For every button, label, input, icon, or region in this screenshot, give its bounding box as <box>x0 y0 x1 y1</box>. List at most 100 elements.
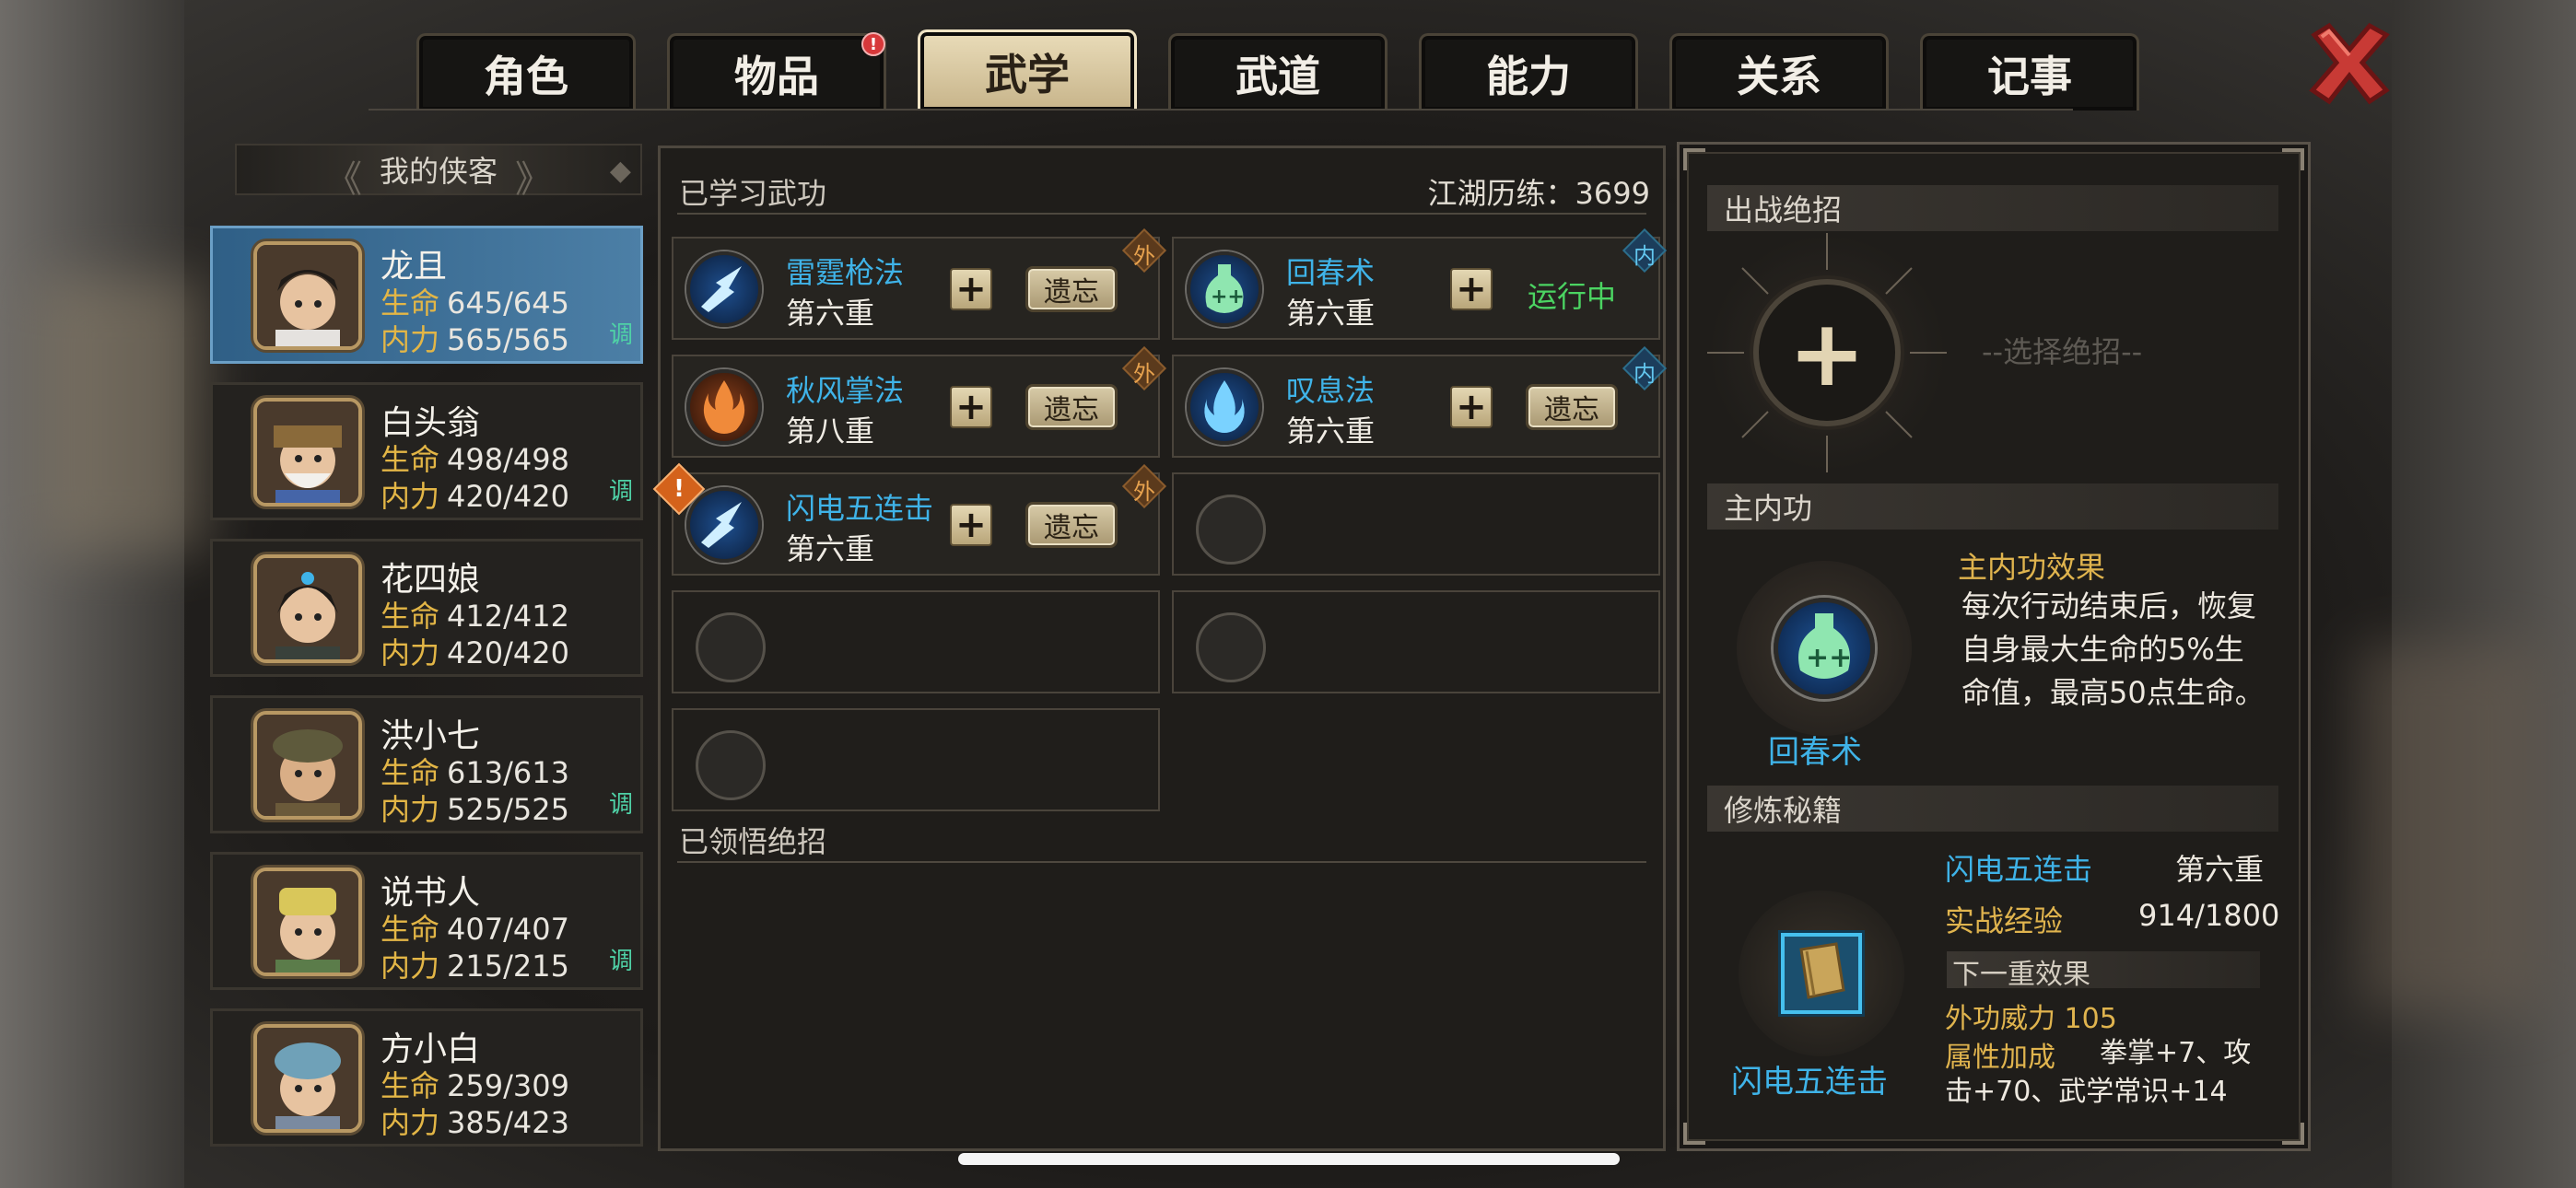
hp-value: 613/613 <box>447 755 569 790</box>
hero-mp: 内力 215/215 <box>381 943 569 985</box>
combat-exp-label: 实战经验 <box>1945 903 2064 938</box>
cultivation-manual-title: 修炼秘籍 <box>1707 786 2278 832</box>
skill-level: 第六重 <box>786 296 875 331</box>
hero-card[interactable]: 花四娘 生命 412/412 内力 420/420 <box>210 539 643 677</box>
external-power: 外功威力 105 <box>1945 1003 2117 1035</box>
skill-type: 外 <box>1133 478 1155 505</box>
tab-label: 能力 <box>1486 51 1571 101</box>
hp-label: 生命 <box>381 912 440 947</box>
manual-slot[interactable] <box>1739 891 1904 1056</box>
skill-type: 外 <box>1133 360 1155 387</box>
empty-skill-slot[interactable] <box>672 590 1160 693</box>
jianghu-experience: 江湖历练：3699 <box>1427 176 1650 211</box>
skill-slot[interactable]: 雷霆枪法 第六重 + 遗忘 外 <box>672 227 1167 340</box>
mp-label: 内力 <box>381 635 440 670</box>
main-inner-skill-title: 主内功 <box>1707 483 2278 530</box>
chevron-left-icon[interactable]: 《 <box>325 149 362 203</box>
empty-skill-slot[interactable] <box>1172 472 1660 576</box>
mp-label: 内力 <box>381 322 440 357</box>
chevron-right-icon[interactable]: 》 <box>515 149 552 203</box>
forget-button[interactable]: 遗忘 <box>1526 384 1618 430</box>
mp-value: 565/565 <box>447 322 569 357</box>
upgrade-button[interactable]: + <box>1450 386 1493 428</box>
tab-relations[interactable]: 关系 <box>1669 33 1889 111</box>
adjust-tag: 调 <box>608 478 633 506</box>
skill-name: 叹息法 <box>1286 373 1376 408</box>
skill-slot[interactable]: 闪电五连击 第六重 + 遗忘 外 ! <box>652 462 1167 576</box>
ultimate-slot[interactable]: + <box>1707 233 1947 472</box>
frame-corner <box>2282 1123 2304 1145</box>
tab-items[interactable]: 物品! <box>667 32 886 111</box>
tab-martial-arts[interactable]: 武学 <box>918 29 1137 111</box>
combat-exp-value: 914/1800 <box>2138 898 2280 933</box>
internal-tag: 内 <box>1622 345 1668 391</box>
tab-journal[interactable]: 记事 <box>1920 33 2139 111</box>
tab-martial-way[interactable]: 武道 <box>1168 33 1388 111</box>
hero-portrait <box>253 398 362 507</box>
background-blur <box>2359 645 2543 1013</box>
next-level-label: 下一重效果 <box>1947 951 2260 991</box>
hero-card[interactable]: 洪小七 生命 613/613 内力 525/525 调 <box>210 695 643 833</box>
hp-label: 生命 <box>381 285 440 320</box>
inner-effect-title: 主内功效果 <box>1958 550 2106 585</box>
hero-card[interactable]: 白头翁 生命 498/498 内力 420/420 调 <box>210 382 643 520</box>
skill-level: 第六重 <box>786 531 875 566</box>
add-ultimate-button[interactable]: + <box>1753 279 1901 426</box>
upgrade-button[interactable]: + <box>950 386 992 428</box>
learned-ultimates-title: 已领悟绝招 <box>679 824 827 859</box>
skill-type: 内 <box>1633 360 1656 387</box>
hp-value: 407/407 <box>447 912 569 947</box>
skill-slot[interactable]: 叹息法 第六重 + 遗忘 内 <box>1172 345 1668 458</box>
skill-slot[interactable]: 秋风掌法 第八重 + 遗忘 外 <box>672 345 1167 458</box>
skill-slot[interactable]: ++ 回春术 第六重 + 运行中 内 <box>1172 227 1668 340</box>
tab-label: 武道 <box>1235 51 1320 101</box>
mp-label: 内力 <box>381 1105 440 1140</box>
hero-card[interactable]: 说书人 生命 407/407 内力 215/215 调 <box>210 852 643 990</box>
mp-value: 420/420 <box>447 635 569 670</box>
warning-mark: ! <box>673 475 685 503</box>
tab-abilities[interactable]: 能力 <box>1419 33 1638 111</box>
upgrade-button[interactable]: + <box>950 268 992 310</box>
mp-value: 525/525 <box>447 792 569 827</box>
healing-potion-icon: ++ <box>1187 251 1262 327</box>
empty-slot-icon <box>1196 495 1266 565</box>
flame-palm-icon <box>686 369 762 445</box>
adjust-tag: 调 <box>608 791 633 819</box>
external-tag: 外 <box>1121 345 1167 391</box>
external-tag: 外 <box>1121 463 1167 509</box>
hp-value: 645/645 <box>447 285 569 320</box>
upgrade-button[interactable]: + <box>950 504 992 546</box>
lightning-strike-icon <box>686 487 762 563</box>
martial-arts-panel: 已学习武功 江湖历练：3699 雷霆枪法 第六重 + 遗忘 外 ++ 回春术 第… <box>652 146 1668 1151</box>
empty-skill-slot[interactable] <box>672 708 1160 811</box>
home-indicator[interactable] <box>958 1153 1620 1165</box>
skill-name: 闪电五连击 <box>786 491 934 526</box>
empty-slot-icon <box>696 612 766 682</box>
skill-level: 第六重 <box>1286 296 1376 331</box>
close-button[interactable] <box>2305 18 2394 107</box>
frame-corner <box>2282 148 2304 170</box>
forget-button[interactable]: 遗忘 <box>1025 266 1118 312</box>
skill-name: 回春术 <box>1286 255 1376 290</box>
svg-text:++: ++ <box>1211 285 1245 309</box>
tab-character[interactable]: 角色 <box>416 33 636 111</box>
inner-skill-icon-frame[interactable]: ++ <box>1737 561 1912 736</box>
hp-label: 生命 <box>381 599 440 634</box>
empty-skill-slot[interactable] <box>1172 590 1660 693</box>
forget-button[interactable]: 遗忘 <box>1025 502 1118 548</box>
tab-label: 武学 <box>985 49 1070 99</box>
lightning-spear-icon <box>686 251 762 327</box>
internal-tag: 内 <box>1622 227 1668 274</box>
section-divider <box>677 213 1646 215</box>
battle-ultimate-title: 出战绝招 <box>1707 185 2278 231</box>
mp-value: 385/423 <box>447 1105 569 1140</box>
forget-button[interactable]: 遗忘 <box>1025 384 1118 430</box>
hero-list-header: 《 我的侠客 》 ◆ <box>235 144 642 201</box>
upgrade-button[interactable]: + <box>1450 268 1493 310</box>
hero-card[interactable]: 方小白 生命 259/309 内力 385/423 <box>210 1008 643 1147</box>
hero-mp: 内力 420/420 <box>381 630 569 672</box>
mp-label: 内力 <box>381 949 440 984</box>
hero-portrait <box>253 711 362 820</box>
hero-card[interactable]: 龙且 生命 645/645 内力 565/565 调 <box>210 226 643 364</box>
hp-label: 生命 <box>381 442 440 477</box>
